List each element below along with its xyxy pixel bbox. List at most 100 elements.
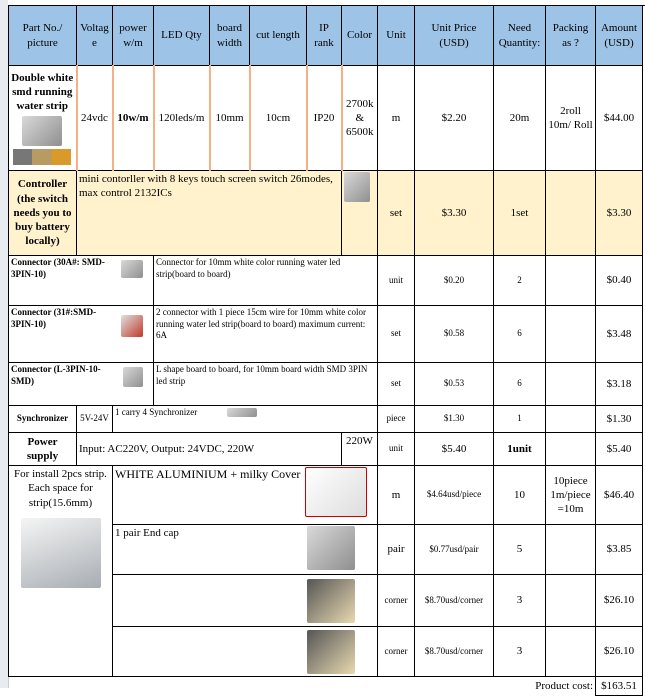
packing-cell: [545, 405, 596, 433]
price-cell: $4.64usd/piece: [414, 465, 494, 525]
alu-name-cell: For install 2pcs strip. Each space for s…: [8, 465, 113, 677]
corner-image-cell: [112, 574, 378, 627]
qty-cell: 10: [493, 465, 546, 525]
unit-cell: set: [377, 305, 415, 363]
amount-cell: $26.10: [595, 626, 643, 677]
price-cell: $5.40: [414, 432, 494, 466]
power-name-cell: Power supply: [8, 432, 77, 466]
header-cell: Unit Price (USD): [414, 5, 494, 66]
connector-desc-cell: Connector for 10mm white color running w…: [153, 255, 378, 306]
sync-desc-cell: 1 carry 4 Synchronizer: [112, 405, 378, 433]
connector-desc-cell: 2 connector with 1 piece 15cm wire for 1…: [153, 305, 378, 363]
qty-cell: 3: [493, 626, 546, 677]
amount-cell: $1.30: [595, 405, 643, 433]
sync-name-cell: Synchronizer: [8, 405, 77, 433]
price-cell: $8.70usd/corner: [414, 626, 494, 677]
alu-desc-cell: WHITE ALUMINIUM + milky Cover: [112, 465, 378, 525]
quotation-table: Part No./ picture Voltag e power w/m LED…: [8, 5, 643, 696]
header-cell: Color: [341, 5, 378, 66]
aluminium-profile-image: [20, 517, 101, 588]
qty-cell: 20m: [493, 65, 546, 171]
amount-cell: $3.48: [595, 305, 643, 363]
amount-cell: $0.40: [595, 255, 643, 306]
table-row-connector: Connector (31#:SMD-3PIN-10) 2 connector …: [8, 305, 643, 363]
ip-cell: IP20: [305, 65, 343, 171]
table-row-strip: Double white smd running water strip 24v…: [8, 65, 643, 171]
controller-desc-cell: mini contorller with 8 keys touch screen…: [76, 170, 342, 256]
price-cell: $3.30: [414, 170, 494, 256]
cut-length-cell: 10cm: [248, 65, 308, 171]
header-cell: Voltag e: [76, 5, 113, 66]
header-cell: LED Qty: [153, 5, 210, 66]
connector-desc-cell: L shape board to board, for 10mm board w…: [153, 362, 378, 406]
price-cell: $0.77usd/pair: [414, 524, 494, 575]
qty-cell: 6: [493, 305, 546, 363]
header-cell: Unit: [377, 5, 415, 66]
amount-cell: $44.00: [595, 65, 643, 171]
amount-cell: $3.30: [595, 170, 643, 256]
packing-cell: 10piece 1m/piece =10m: [545, 465, 596, 525]
packing-cell: 2roll 10m/ Roll: [545, 65, 596, 171]
unit-cell: corner: [377, 626, 415, 677]
header-cell: Amount (USD): [595, 5, 643, 66]
qty-cell: 1set: [493, 170, 546, 256]
endcap-desc-cell: 1 pair End cap: [112, 524, 378, 575]
unit-cell: unit: [377, 255, 415, 306]
header-cell: power w/m: [112, 5, 154, 66]
table-row-connector: Connector (L-3PIN-10-SMD) L shape board …: [8, 362, 643, 406]
header-cell: cut length: [249, 5, 307, 66]
connector-image: [121, 315, 143, 337]
power-desc-cell: Input: AC220V, Output: 24VDC, 220W: [76, 432, 342, 466]
packing-cell: [545, 432, 596, 466]
power-watt-cell: 220W: [341, 432, 378, 466]
packing-cell: [545, 170, 596, 256]
voltage-cell: 24vdc: [75, 65, 114, 171]
packing-cell: [545, 305, 596, 363]
qty-cell: 3: [493, 574, 546, 627]
connector-name-cell: Connector (L-3PIN-10-SMD): [8, 362, 154, 406]
unit-cell: pair: [377, 524, 415, 575]
packing-cell: [545, 255, 596, 306]
header-cell: board width: [209, 5, 250, 66]
price-cell: $8.70usd/corner: [414, 574, 494, 627]
header-cell: Part No./ picture: [8, 5, 77, 66]
packing-cell: [545, 626, 596, 677]
table-row-synchronizer: Synchronizer 5V-24V 1 carry 4 Synchroniz…: [8, 405, 643, 433]
header-cell: Need Quantity:: [493, 5, 546, 66]
price-cell: $0.20: [414, 255, 494, 306]
packing-cell: [545, 574, 596, 627]
amount-cell: $5.40: [595, 432, 643, 466]
voltage-cell: 5V-24V: [76, 405, 113, 433]
qty-cell: 1: [493, 405, 546, 433]
strip-image: [22, 116, 63, 147]
packing-cell: [545, 362, 596, 406]
amount-cell: $46.40: [595, 465, 643, 525]
connector-image: [123, 367, 143, 387]
qty-cell: 2: [493, 255, 546, 306]
unit-cell: set: [377, 362, 415, 406]
endcap-image: [307, 526, 355, 570]
qty-cell: 1unit: [493, 432, 546, 466]
unit-cell: set: [377, 170, 415, 256]
controller-image-cell: [341, 170, 378, 256]
header-cell: Packing as ?: [545, 5, 596, 66]
unit-cell: corner: [377, 574, 415, 627]
table-row-connector: Connector (30A#: SMD-3PIN-10) Connector …: [8, 255, 643, 306]
amount-cell: $26.10: [595, 574, 643, 627]
connector-name-cell: Connector (30A#: SMD-3PIN-10): [8, 255, 154, 306]
strip-name-cell: Double white smd running water strip: [8, 65, 77, 171]
corner-image: [307, 629, 355, 674]
qty-cell: 6: [493, 362, 546, 406]
unit-cell: piece: [377, 405, 415, 433]
header-cell: IP rank: [306, 5, 342, 66]
corner-image-cell: [112, 626, 378, 677]
total-row: Product cost: $163.51: [9, 676, 643, 696]
table-row-aluminium: For install 2pcs strip. Each space for s…: [8, 465, 643, 677]
strip-color-image: [13, 149, 72, 166]
total-label: Product cost:: [535, 680, 593, 693]
table-row-controller: Controller (the switch needs you to buy …: [8, 170, 643, 256]
total-value: $163.51: [595, 676, 643, 696]
unit-cell: m: [377, 465, 415, 525]
amount-cell: $3.18: [595, 362, 643, 406]
unit-cell: unit: [377, 432, 415, 466]
